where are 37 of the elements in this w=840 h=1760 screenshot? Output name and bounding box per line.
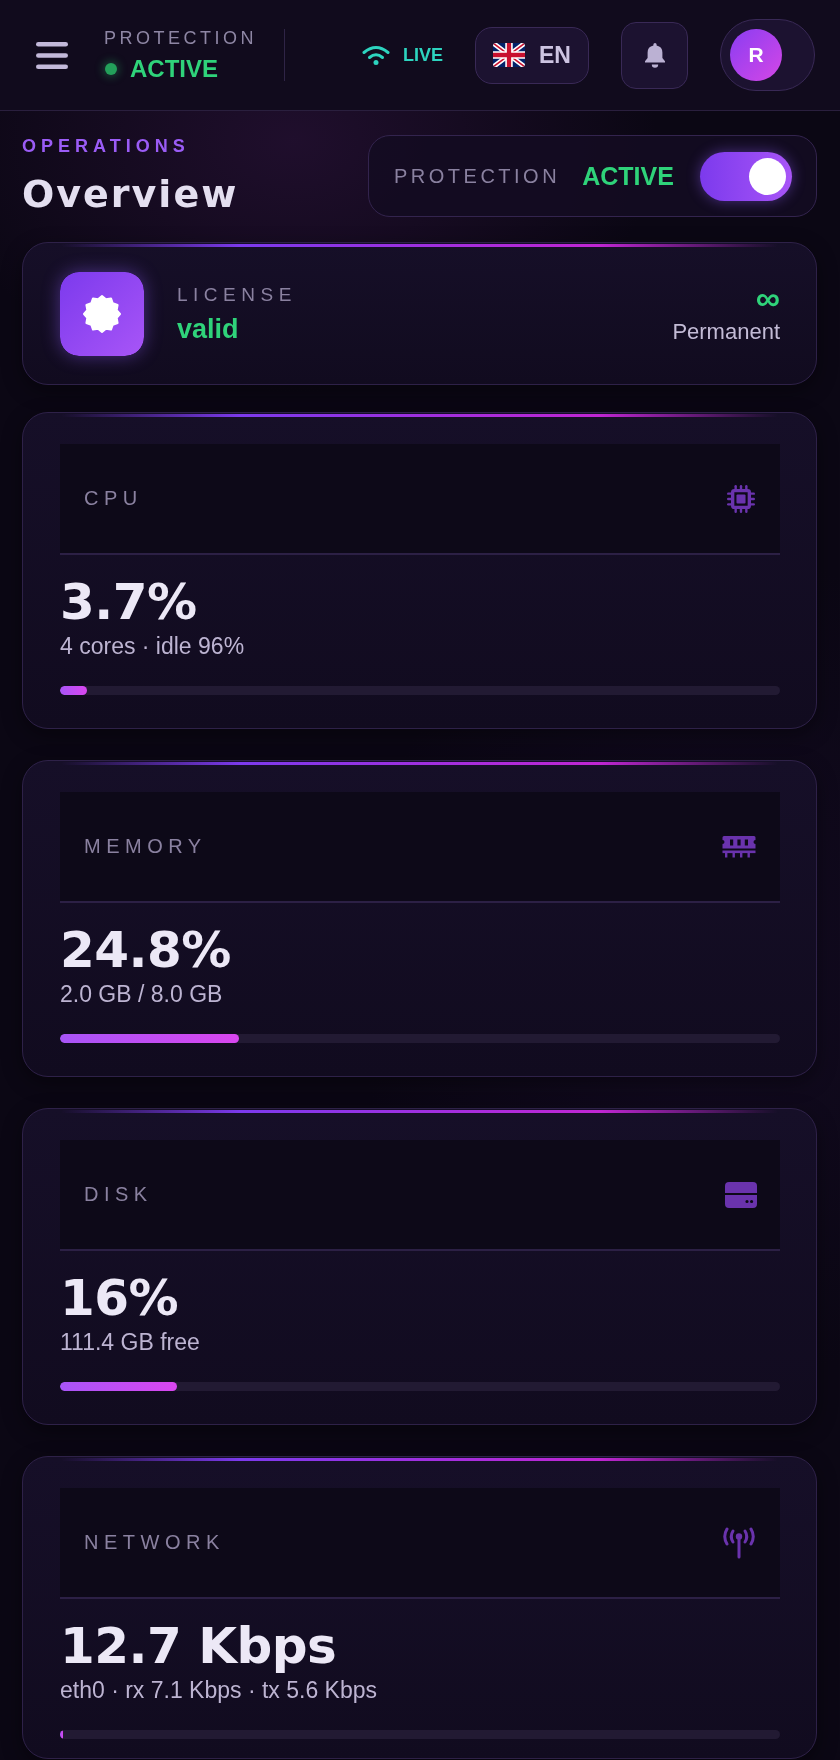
metric-value: 3.7% (60, 576, 198, 628)
protection-label: PROTECTION (394, 164, 561, 188)
metric-label: CPU (84, 487, 143, 510)
status-label: PROTECTION (104, 28, 257, 48)
status-value: ACTIVE (130, 56, 218, 82)
license-status: valid (177, 313, 240, 344)
hard-drive-icon (725, 1181, 757, 1208)
flag-icon (493, 43, 525, 67)
menu-icon[interactable] (36, 41, 68, 69)
notifications-button[interactable] (621, 21, 688, 89)
license-label: LICENSE (177, 283, 297, 306)
section-eyebrow: OPERATIONS (22, 136, 191, 156)
seal-badge-icon (60, 271, 144, 356)
metric-detail: 111.4 GB free (60, 1329, 201, 1356)
bell-icon (642, 41, 667, 69)
metric-value: 12.7 Kbps (60, 1620, 338, 1672)
protection-toggle[interactable] (700, 151, 792, 201)
memory-module-icon (721, 834, 757, 859)
avatar: R (730, 29, 782, 81)
protection-status: ACTIVE (582, 161, 674, 191)
metric-value: 24.8% (60, 924, 232, 976)
metric-detail: 4 cores · idle 96% (60, 633, 246, 660)
chip-icon (725, 482, 757, 515)
profile-button[interactable]: R (720, 19, 815, 91)
metric-value: 16% (60, 1272, 180, 1324)
wifi-icon (362, 45, 390, 65)
license-duration: Permanent (672, 318, 780, 345)
antenna-icon (721, 1526, 757, 1559)
live-label: LIVE (403, 44, 443, 66)
page-title: Overview (22, 172, 239, 216)
language-button[interactable]: EN (475, 26, 589, 84)
metric-detail: 2.0 GB / 8.0 GB (60, 981, 224, 1008)
metric-label: DISK (84, 1183, 153, 1206)
metric-label: NETWORK (84, 1531, 225, 1554)
infinity-symbol: ∞ (755, 282, 780, 313)
metric-label: MEMORY (84, 835, 207, 858)
metric-detail: eth0 · rx 7.1 Kbps · tx 5.6 Kbps (60, 1677, 379, 1704)
